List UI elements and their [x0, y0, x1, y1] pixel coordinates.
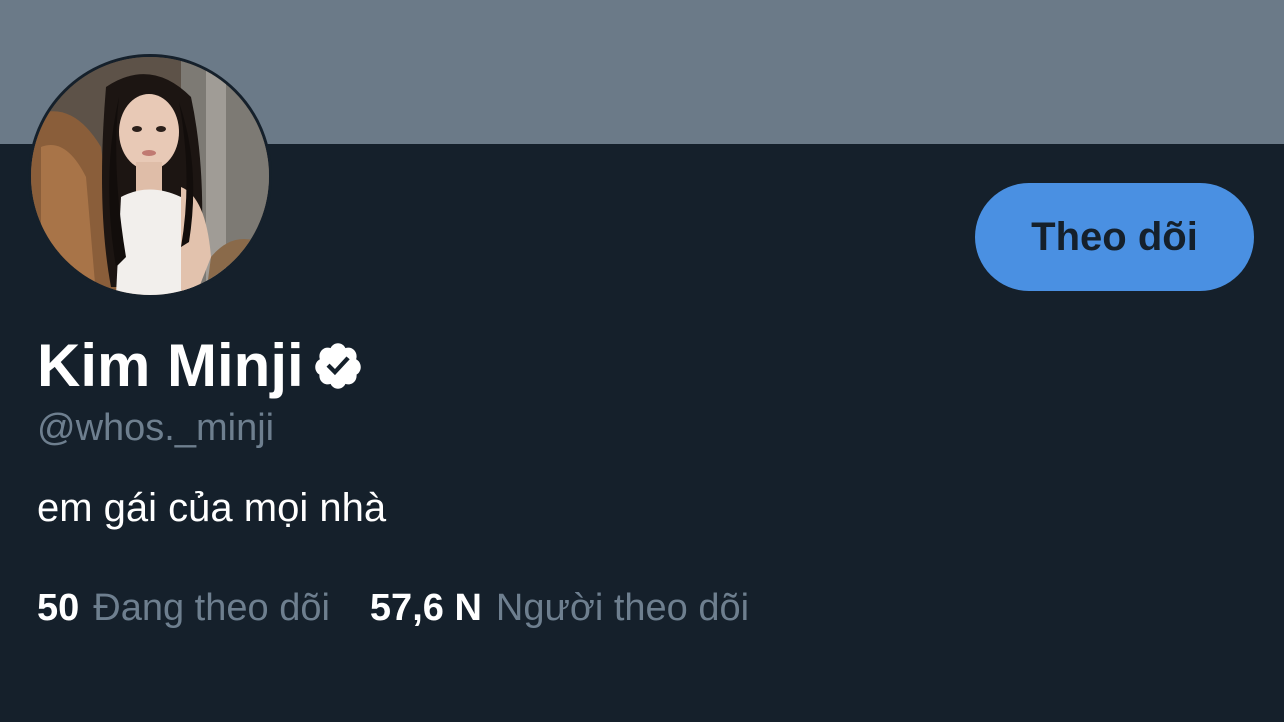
followers-stat[interactable]: 57,6 N Người theo dõi — [370, 587, 749, 630]
display-name: Kim Minji — [37, 332, 304, 399]
avatar-photo — [31, 57, 269, 295]
profile-page: Theo dõi Kim Minji @whos._minji em gái c… — [0, 0, 1284, 722]
follow-button[interactable]: Theo dõi — [975, 183, 1254, 291]
followers-count: 57,6 N — [369, 586, 482, 629]
profile-name-row: Kim Minji — [37, 328, 364, 404]
following-label: Đang theo dõi — [93, 586, 330, 629]
profile-stats: 50 Đang theo dõi 57,6 N Người theo dõi — [37, 584, 789, 632]
profile-handle: @whos._minji — [37, 407, 275, 449]
verified-badge-icon — [312, 340, 364, 392]
following-stat[interactable]: 50 Đang theo dõi — [37, 587, 330, 630]
profile-bio: em gái của mọi nhà — [37, 486, 387, 530]
profile-avatar[interactable] — [28, 54, 272, 298]
followers-label: Người theo dõi — [495, 586, 750, 629]
following-count: 50 — [37, 586, 80, 629]
